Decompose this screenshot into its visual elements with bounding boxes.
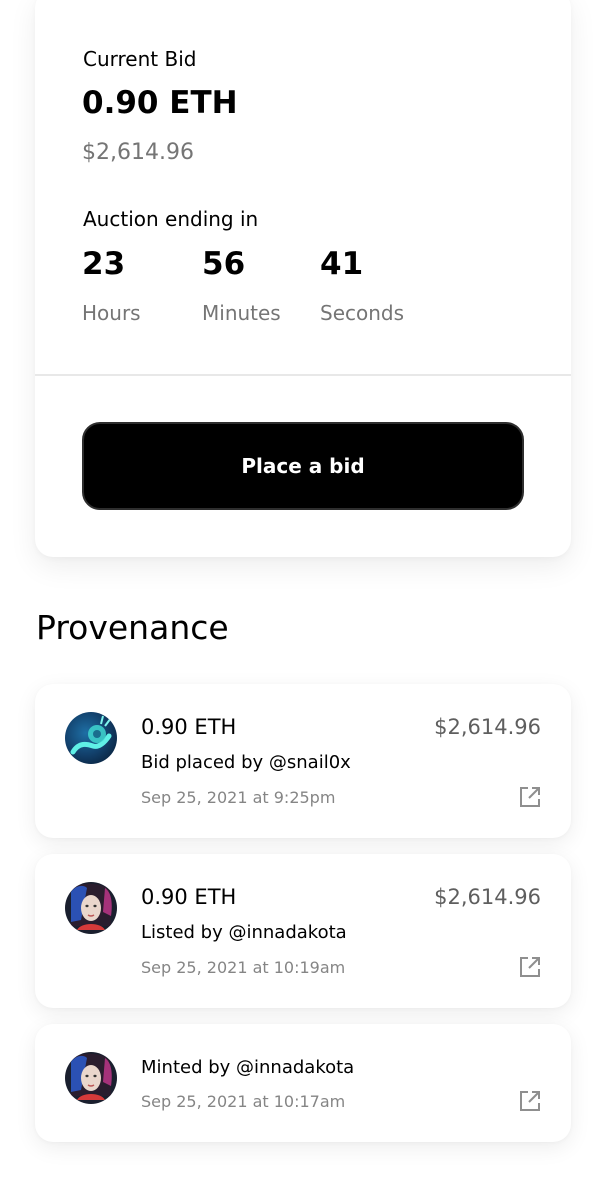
provenance-item[interactable]: Minted by @innadakota Sep 25, 2021 at 10… xyxy=(35,1024,571,1142)
countdown-hours-label: Hours xyxy=(82,301,141,325)
card-divider xyxy=(35,374,571,376)
countdown-seconds-value: 41 xyxy=(320,246,364,282)
provenance-eth: 0.90 ETH xyxy=(141,715,237,739)
current-bid-usd: $2,614.96 xyxy=(82,140,194,165)
current-bid-eth: 0.90 ETH xyxy=(82,85,238,121)
provenance-actor[interactable]: Bid placed by @snail0x xyxy=(141,752,351,773)
provenance-actor[interactable]: Minted by @innadakota xyxy=(141,1057,354,1078)
provenance-actor[interactable]: Listed by @innadakota xyxy=(141,922,347,943)
place-bid-button[interactable]: Place a bid xyxy=(82,422,524,510)
provenance-date: Sep 25, 2021 at 10:19am xyxy=(141,958,346,977)
provenance-title: Provenance xyxy=(36,608,229,647)
countdown-minutes-label: Minutes xyxy=(202,301,281,325)
provenance-date: Sep 25, 2021 at 10:17am xyxy=(141,1092,346,1111)
external-link-icon[interactable] xyxy=(517,1088,543,1114)
provenance-usd: $2,614.96 xyxy=(434,885,541,909)
snail-avatar[interactable] xyxy=(65,712,117,764)
portrait-avatar[interactable] xyxy=(65,1052,117,1104)
provenance-eth: 0.90 ETH xyxy=(141,885,237,909)
countdown-minutes-value: 56 xyxy=(202,246,246,282)
current-bid-label: Current Bid xyxy=(83,47,197,71)
provenance-item[interactable]: 0.90 ETH $2,614.96 Listed by @innadakota… xyxy=(35,854,571,1008)
provenance-usd: $2,614.96 xyxy=(434,715,541,739)
auction-ending-label: Auction ending in xyxy=(83,207,259,231)
provenance-date: Sep 25, 2021 at 9:25pm xyxy=(141,788,336,807)
countdown-hours-value: 23 xyxy=(82,246,126,282)
external-link-icon[interactable] xyxy=(517,784,543,810)
countdown-seconds-label: Seconds xyxy=(320,301,405,325)
provenance-item[interactable]: 0.90 ETH $2,614.96 Bid placed by @snail0… xyxy=(35,684,571,838)
auction-card: Current Bid 0.90 ETH $2,614.96 Auction e… xyxy=(35,0,571,557)
external-link-icon[interactable] xyxy=(517,954,543,980)
portrait-avatar[interactable] xyxy=(65,882,117,934)
